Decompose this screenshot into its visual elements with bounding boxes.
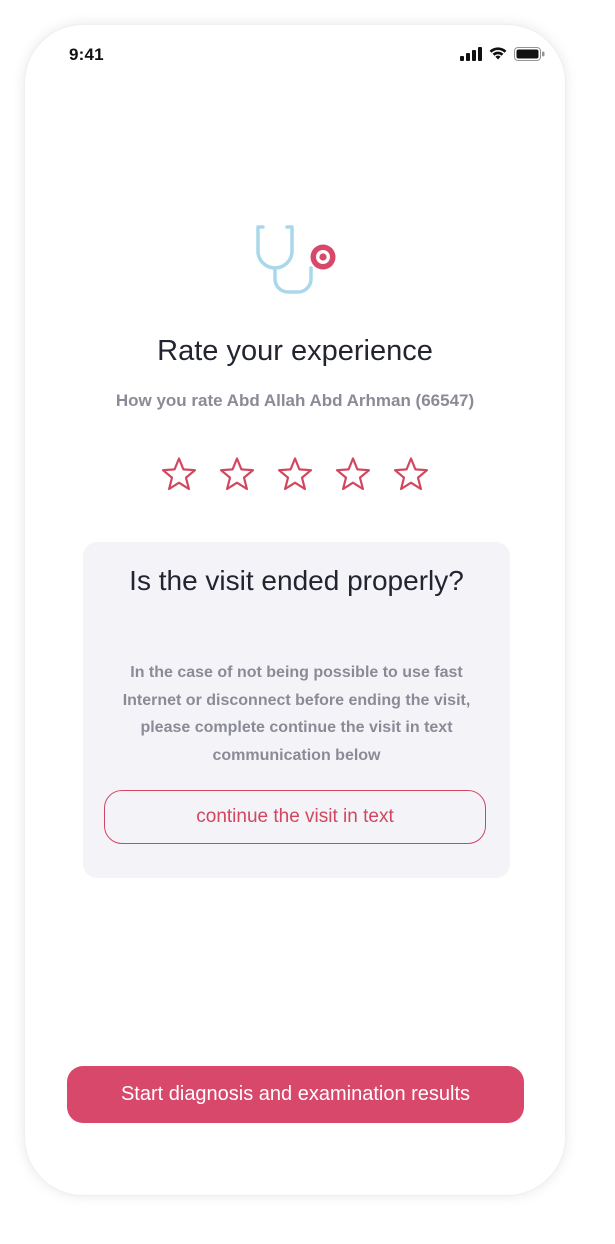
card-title: Is the visit ended properly?: [129, 565, 464, 596]
page-subtitle: How you rate Abd Allah Abd Arhman (66547…: [115, 391, 475, 410]
star-icon-4[interactable]: [334, 456, 372, 494]
star-icon-3[interactable]: [276, 456, 314, 494]
start-diagnosis-button[interactable]: Start diagnosis and examination results: [67, 1066, 524, 1123]
status-bar: 9:41: [25, 25, 565, 89]
star-rating: [160, 456, 430, 496]
status-time: 9:41: [69, 45, 104, 64]
star-icon-2[interactable]: [218, 456, 256, 494]
battery-icon: [514, 46, 545, 66]
phone-frame: 9:41 Rate your experience How you rate A…: [25, 25, 565, 1195]
visit-status-card: Is the visit ended properly? In the case…: [83, 542, 510, 878]
status-icons: [460, 46, 545, 66]
cellular-signal-icon: [460, 46, 482, 66]
star-icon-1[interactable]: [160, 456, 198, 494]
page-title: Rate your experience: [157, 335, 433, 367]
continue-in-text-button[interactable]: continue the visit in text: [104, 790, 486, 844]
card-description: In the case of not being possible to use…: [122, 664, 471, 764]
star-icon-5[interactable]: [392, 456, 430, 494]
wifi-icon: [488, 46, 508, 66]
stethoscope-icon: [251, 225, 339, 313]
